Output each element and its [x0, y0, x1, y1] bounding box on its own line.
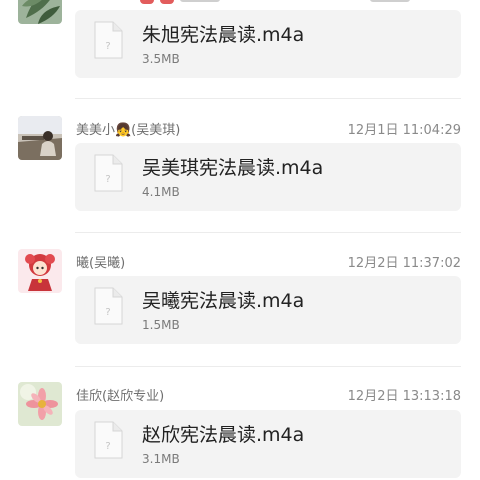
file-message-card[interactable]: ? 朱旭宪法晨读.m4a 3.5MB	[75, 10, 461, 78]
file-size: 4.1MB	[142, 185, 180, 199]
sender-name: 曦(吴曦)	[76, 256, 126, 271]
sender-name: 美美小👧(吴美琪)	[76, 123, 181, 138]
svg-text:?: ?	[105, 441, 110, 452]
previous-message-header-fragment	[0, 0, 480, 8]
divider	[75, 366, 461, 367]
avatar[interactable]	[18, 0, 62, 24]
divider	[75, 98, 461, 99]
avatar[interactable]	[18, 116, 62, 160]
message-timestamp: 12月1日 11:04:29	[347, 123, 461, 138]
file-size: 1.5MB	[142, 318, 180, 332]
message-timestamp: 12月2日 11:37:02	[347, 256, 461, 271]
file-message-card[interactable]: ? 赵欣宪法晨读.m4a 3.1MB	[75, 410, 461, 478]
file-name: 朱旭宪法晨读.m4a	[142, 24, 305, 46]
message-timestamp: 12月2日 13:13:18	[347, 389, 461, 404]
svg-text:?: ?	[105, 41, 110, 52]
unknown-file-icon: ?	[94, 421, 123, 459]
file-message-card[interactable]: ? 吴曦宪法晨读.m4a 1.5MB	[75, 276, 461, 344]
file-name: 吴美琪宪法晨读.m4a	[142, 157, 324, 179]
avatar[interactable]	[18, 249, 62, 293]
svg-text:?: ?	[105, 307, 110, 318]
unknown-file-icon: ?	[94, 154, 123, 192]
file-name: 吴曦宪法晨读.m4a	[142, 290, 305, 312]
svg-text:?: ?	[105, 174, 110, 185]
file-size: 3.5MB	[142, 52, 180, 66]
file-name: 赵欣宪法晨读.m4a	[142, 424, 305, 446]
file-size: 3.1MB	[142, 452, 180, 466]
sender-name: 佳欣(赵欣专业)	[76, 389, 165, 404]
file-message-card[interactable]: ? 吴美琪宪法晨读.m4a 4.1MB	[75, 143, 461, 211]
unknown-file-icon: ?	[94, 21, 123, 59]
unknown-file-icon: ?	[94, 287, 123, 325]
divider	[75, 232, 461, 233]
avatar[interactable]	[18, 382, 62, 426]
